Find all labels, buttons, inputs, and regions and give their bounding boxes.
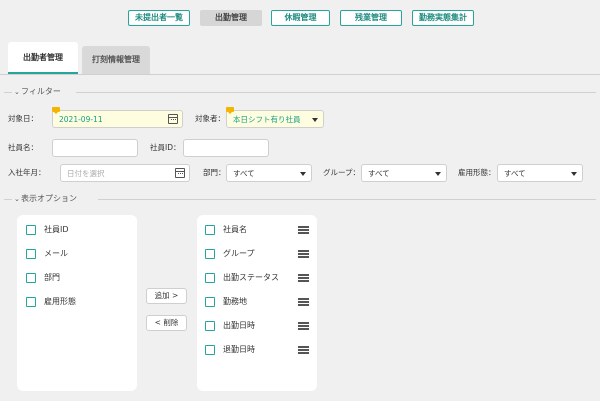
option-label: 出勤日時 (223, 321, 255, 330)
join-date-label: 入社年月： (8, 168, 46, 177)
join-date-placeholder: 日付を選択 (67, 169, 105, 178)
list-item[interactable]: 勤務地 (205, 295, 309, 309)
target-label: 対象者： (195, 114, 225, 123)
tab-attendee-management[interactable]: 出勤者管理 (8, 42, 78, 74)
checkbox[interactable] (26, 225, 36, 235)
date-value: 2021-09-11 (59, 115, 103, 124)
nav-unsubmitted[interactable]: 未提出者一覧 (128, 10, 190, 26)
join-date-field[interactable]: 日付を選択 (60, 164, 190, 182)
flag-marker (52, 107, 60, 114)
option-label: 出勤ステータス (223, 273, 279, 282)
option-label: 社員ID (44, 225, 69, 234)
chevron-right-icon: > (172, 291, 179, 300)
checkbox[interactable] (205, 273, 215, 283)
nav-work-summary[interactable]: 勤務実態集計 (412, 10, 474, 26)
department-label: 部門： (203, 168, 226, 177)
date-field[interactable]: 2021-09-11 (52, 107, 183, 128)
calendar-icon[interactable] (168, 114, 178, 124)
option-label: 退勤日時 (223, 345, 255, 354)
drag-handle-icon[interactable] (298, 226, 309, 234)
target-select[interactable]: 本日シフト有り社員 (226, 107, 324, 128)
checkbox[interactable] (26, 249, 36, 259)
employment-type-value: すべて (504, 169, 526, 178)
checkbox[interactable] (205, 249, 215, 259)
employment-type-select[interactable]: すべて (497, 164, 583, 182)
available-columns-panel: 社員ID メール 部門 雇用形態 (17, 215, 137, 391)
option-label: 部門 (44, 273, 60, 282)
list-item[interactable]: 出勤日時 (205, 319, 309, 333)
nav-leave[interactable]: 休暇管理 (271, 10, 330, 26)
list-item[interactable]: 社員名 (205, 223, 309, 237)
target-value: 本日シフト有り社員 (233, 115, 301, 124)
nav-overtime[interactable]: 残業管理 (340, 10, 402, 26)
remove-button[interactable]: < 削除 (146, 315, 187, 331)
calendar-icon[interactable] (175, 168, 185, 178)
tab-bar: 出勤者管理 打刻情報管理 (0, 42, 600, 74)
list-item[interactable]: 社員ID (26, 223, 126, 237)
employee-name-label: 社員名： (8, 143, 38, 152)
selected-columns-panel: 社員名 グループ 出勤ステータス 勤務地 出勤日時 退勤日時 (197, 215, 317, 391)
list-item[interactable]: 退勤日時 (205, 343, 309, 357)
tab-clock-info-management[interactable]: 打刻情報管理 (82, 46, 150, 74)
flag-marker (226, 107, 234, 114)
option-label: 社員名 (223, 225, 247, 234)
add-label: 追加 (154, 291, 170, 300)
remove-label: 削除 (163, 318, 179, 327)
employee-id-label: 社員ID： (150, 143, 181, 152)
checkbox[interactable] (26, 297, 36, 307)
list-item[interactable]: 出勤ステータス (205, 271, 309, 285)
checkbox[interactable] (205, 225, 215, 235)
list-item[interactable]: メール (26, 247, 126, 261)
caret-down-icon (435, 172, 441, 176)
group-select[interactable]: すべて (361, 164, 447, 182)
top-navigation: 未提出者一覧 出勤管理 休暇管理 残業管理 勤務実態集計 (0, 10, 600, 26)
group-label: グループ： (323, 168, 361, 177)
display-options-header[interactable]: ⌄表示オプション (0, 194, 600, 204)
chevron-down-icon: ⌄ (14, 88, 20, 96)
drag-handle-icon[interactable] (298, 346, 309, 354)
list-item[interactable]: グループ (205, 247, 309, 261)
chevron-down-icon: ⌄ (14, 195, 20, 203)
list-item[interactable]: 雇用形態 (26, 295, 126, 309)
filter-section-header[interactable]: ⌄フィルター (0, 87, 600, 97)
option-label: 勤務地 (223, 297, 247, 306)
department-value: すべて (233, 169, 255, 178)
checkbox[interactable] (205, 345, 215, 355)
tab-divider (0, 74, 600, 75)
caret-down-icon (312, 118, 318, 122)
option-label: グループ (223, 249, 255, 258)
display-options-label: 表示オプション (21, 194, 77, 203)
option-label: 雇用形態 (44, 297, 76, 306)
nav-attendance[interactable]: 出勤管理 (200, 10, 262, 26)
caret-down-icon (571, 172, 577, 176)
add-button[interactable]: 追加 > (146, 288, 187, 304)
filter-section-label: フィルター (21, 87, 61, 96)
employee-id-input[interactable] (183, 139, 269, 157)
drag-handle-icon[interactable] (298, 250, 309, 258)
group-value: すべて (368, 169, 390, 178)
drag-handle-icon[interactable] (298, 298, 309, 306)
drag-handle-icon[interactable] (298, 322, 309, 330)
checkbox[interactable] (205, 321, 215, 331)
option-label: メール (44, 249, 68, 258)
drag-handle-icon[interactable] (298, 274, 309, 282)
date-label: 対象日： (8, 114, 38, 123)
department-select[interactable]: すべて (226, 164, 312, 182)
employment-type-label: 雇用形態： (458, 168, 496, 177)
employee-name-input[interactable] (52, 139, 138, 157)
checkbox[interactable] (205, 297, 215, 307)
checkbox[interactable] (26, 273, 36, 283)
caret-down-icon (300, 172, 306, 176)
list-item[interactable]: 部門 (26, 271, 126, 285)
